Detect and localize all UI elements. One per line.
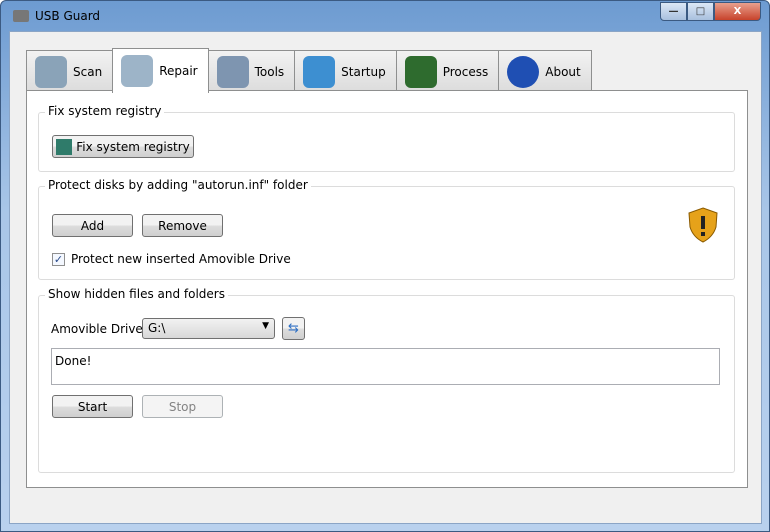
tab-label: Repair — [159, 64, 198, 78]
tab-startup[interactable]: Startup — [294, 50, 397, 92]
monitor-graph-icon — [404, 55, 437, 88]
tab-label: Process — [442, 64, 489, 79]
group-label: Show hidden files and folders — [45, 287, 228, 301]
checkbox-label: Protect new inserted Amovible Drive — [71, 252, 291, 266]
tab-strip: Scan Repair Tools Startup Process About — [26, 48, 592, 93]
drive-label: Amovible Drive: — [51, 322, 147, 336]
tab-repair[interactable]: Repair — [112, 48, 209, 93]
window-title: USB Guard — [35, 9, 101, 23]
client-area: Scan Repair Tools Startup Process About Fix s… — [9, 31, 762, 524]
repair-panel: Fix system registry Fix system registry … — [26, 90, 748, 488]
tab-tools[interactable]: Tools — [207, 50, 296, 92]
remove-button[interactable]: Remove — [142, 214, 223, 237]
tab-scan[interactable]: Scan — [26, 50, 114, 92]
drive-value: G:\ — [148, 321, 166, 335]
tab-label: About — [545, 64, 581, 79]
group-label: Fix system registry — [45, 104, 165, 118]
registry-group: Fix system registry Fix system registry — [38, 104, 735, 172]
refresh-button[interactable]: ⇆ — [282, 317, 305, 340]
terminal-icon — [303, 55, 336, 88]
scan-drive-icon — [35, 55, 67, 88]
maximize-button[interactable]: □ — [687, 2, 714, 21]
group-label: Protect disks by adding "autorun.inf" fo… — [45, 178, 311, 192]
drive-select[interactable]: G:\ ▼ — [142, 318, 275, 339]
minimize-button[interactable]: — — [660, 2, 687, 21]
shield-warning-icon — [688, 207, 718, 243]
fix-registry-button[interactable]: Fix system registry — [52, 135, 194, 158]
protect-group: Protect disks by adding "autorun.inf" fo… — [38, 178, 735, 280]
protect-new-drive-checkbox[interactable]: ✓ Protect new inserted Amovible Drive — [52, 252, 291, 266]
tab-label: Scan — [73, 64, 103, 79]
tab-label: Startup — [341, 64, 386, 79]
status-output: Done! — [51, 348, 720, 385]
hidden-files-group: Show hidden files and folders Amovible D… — [38, 287, 735, 473]
checkbox-box[interactable]: ✓ — [52, 252, 65, 266]
close-button[interactable]: X — [714, 2, 761, 21]
refresh-icon: ⇆ — [288, 321, 299, 336]
add-button[interactable]: Add — [52, 214, 133, 237]
window: USB Guard — □ X Scan Repair Tools Startup Pr… — [0, 0, 770, 532]
title-bar: USB Guard — [13, 9, 100, 23]
start-button[interactable]: Start — [52, 395, 133, 418]
stop-button[interactable]: Stop — [142, 395, 223, 418]
toolbox-icon — [216, 55, 249, 88]
tab-process[interactable]: Process — [395, 50, 500, 92]
chevron-down-icon: ▼ — [262, 321, 269, 331]
tab-about[interactable]: About — [498, 50, 592, 92]
gear-checklist-icon — [121, 55, 154, 87]
usb-app-icon — [13, 10, 29, 22]
fix-registry-label: Fix system registry — [76, 139, 190, 154]
tab-label: Tools — [254, 64, 285, 79]
registry-icon — [56, 138, 73, 155]
question-icon — [507, 55, 540, 88]
